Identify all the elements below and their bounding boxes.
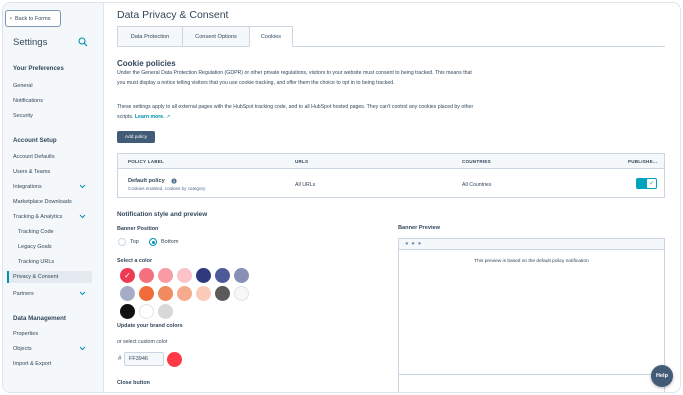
color-swatch[interactable]: [196, 268, 211, 283]
column-header-published[interactable]: PUBLISHE...: [628, 159, 657, 164]
sidebar-item-privacy-consent[interactable]: Privacy & Consent: [13, 274, 58, 280]
radio-top-label[interactable]: Top: [130, 239, 139, 245]
banner-preview-text: This preview is based on the default pol…: [474, 259, 589, 264]
chevron-up-icon[interactable]: [79, 214, 86, 219]
sidebar-item-security[interactable]: Security: [13, 113, 33, 119]
color-swatch[interactable]: [120, 286, 135, 301]
browser-bar: ● ● ●: [399, 239, 664, 250]
color-swatch[interactable]: [215, 268, 230, 283]
help-button[interactable]: Help: [651, 365, 673, 387]
select-color-label: Select a color: [117, 258, 153, 264]
color-swatch[interactable]: [215, 286, 230, 301]
color-swatch[interactable]: [177, 286, 192, 301]
back-to-forms-button[interactable]: ‹ Back to Forms: [5, 10, 61, 27]
banner-preview-panel: ● ● ● This preview is based on the defau…: [398, 238, 665, 392]
section-account-setup: Account Setup: [13, 137, 57, 144]
color-swatch[interactable]: [139, 268, 154, 283]
banner-position-label: Banner Position: [117, 226, 159, 232]
check-icon: ✓: [124, 271, 131, 280]
policy-subtitle: Cookies enabled, cookies by category: [128, 186, 206, 191]
policy-name-link[interactable]: Default policy: [128, 178, 165, 184]
sidebar-item-tracking-code[interactable]: Tracking Code: [18, 229, 54, 235]
sidebar-item-tracking-urls[interactable]: Tracking URLs: [18, 259, 54, 265]
color-swatch[interactable]: ✓: [120, 268, 135, 283]
sidebar-item-properties[interactable]: Properties: [13, 331, 38, 337]
update-brand-colors-link[interactable]: Update your brand colors: [117, 323, 183, 329]
custom-color-preview[interactable]: [167, 352, 182, 367]
cookie-policies-heading: Cookie policies: [117, 59, 176, 68]
tab-consent-options[interactable]: Consent Options: [182, 26, 250, 47]
hash-symbol: #: [118, 356, 122, 362]
color-swatch[interactable]: [234, 286, 249, 301]
close-button-label: Close button: [117, 380, 150, 386]
column-header-countries[interactable]: COUNTRIES: [462, 159, 491, 164]
search-icon[interactable]: [78, 37, 88, 47]
color-swatch[interactable]: [158, 286, 173, 301]
banner-preview-label: Banner Preview: [398, 225, 440, 231]
radio-top[interactable]: [118, 238, 126, 246]
radio-bottom-label[interactable]: Bottom: [161, 239, 178, 245]
chevron-down-icon[interactable]: [79, 291, 86, 296]
color-swatch[interactable]: [158, 268, 173, 283]
sidebar-item-objects[interactable]: Objects: [13, 346, 32, 352]
color-swatch[interactable]: [177, 268, 192, 283]
tab-bar: Data Protection Consent Options Cookies: [117, 26, 293, 47]
radio-bottom[interactable]: [149, 238, 157, 246]
section-data-management: Data Management: [13, 315, 66, 322]
tab-cookies[interactable]: Cookies: [249, 26, 293, 47]
sidebar-item-general[interactable]: General: [13, 83, 33, 89]
page-title: Data Privacy & Consent: [117, 9, 229, 21]
color-swatch[interactable]: [139, 286, 154, 301]
settings-title: Settings: [13, 37, 48, 48]
sidebar-item-users-teams[interactable]: Users & Teams: [13, 169, 50, 175]
color-swatch[interactable]: [196, 286, 211, 301]
publish-toggle[interactable]: ✓: [636, 178, 657, 189]
banner-bottom-divider: [399, 374, 664, 375]
settings-scope-description: These settings apply to all external pag…: [117, 103, 477, 122]
policy-urls: All URLs: [295, 182, 316, 188]
learn-more-link[interactable]: Learn more.: [135, 114, 165, 120]
chevron-left-icon: ‹: [10, 15, 12, 22]
sidebar-item-integrations[interactable]: Integrations: [13, 184, 42, 190]
tab-data-protection[interactable]: Data Protection: [117, 26, 183, 47]
color-swatch[interactable]: [139, 304, 154, 319]
browser-dots-icon: ● ● ●: [405, 241, 422, 247]
column-header-urls[interactable]: URLS: [295, 159, 308, 164]
settings-sidebar: ‹ Back to Forms Settings Your Preference…: [3, 3, 104, 392]
scope-text: These settings apply to all external pag…: [117, 104, 474, 120]
sidebar-item-marketplace-downloads[interactable]: Marketplace Downloads: [13, 199, 72, 205]
external-link-icon: ↗: [166, 113, 171, 120]
sidebar-item-notifications[interactable]: Notifications: [13, 98, 43, 104]
sidebar-item-partners[interactable]: Partners: [13, 291, 34, 297]
color-swatch[interactable]: [120, 304, 135, 319]
sidebar-item-import-export[interactable]: Import & Export: [13, 361, 51, 367]
notification-style-heading: Notification style and preview: [117, 211, 208, 218]
info-icon[interactable]: [171, 178, 177, 184]
table-header: POLICY LABEL URLS COUNTRIES PUBLISHE...: [118, 154, 664, 169]
sidebar-item-legacy-goals[interactable]: Legacy Goals: [18, 244, 52, 250]
color-swatch[interactable]: [234, 268, 249, 283]
custom-color-label: or select custom color: [117, 339, 168, 345]
back-button-label: Back to Forms: [15, 15, 51, 22]
chevron-down-icon[interactable]: [79, 346, 86, 351]
chevron-down-icon[interactable]: [79, 184, 86, 189]
tabs-divider: [293, 46, 665, 47]
custom-color-input[interactable]: FF3946: [124, 352, 164, 366]
cookie-policies-table: POLICY LABEL URLS COUNTRIES PUBLISHE... …: [117, 153, 665, 198]
column-header-policy-label[interactable]: POLICY LABEL: [128, 159, 164, 164]
sidebar-item-account-defaults[interactable]: Account Defaults: [13, 154, 55, 160]
add-policy-button[interactable]: Add policy: [117, 131, 155, 143]
gdpr-description: Under the General Data Protection Regula…: [117, 70, 472, 86]
app-frame: ‹ Back to Forms Settings Your Preference…: [2, 2, 681, 393]
policy-countries: All Countries: [462, 182, 492, 188]
sidebar-item-tracking-analytics[interactable]: Tracking & Analytics: [13, 214, 62, 220]
section-your-preferences: Your Preferences: [13, 65, 64, 72]
color-swatch[interactable]: [158, 304, 173, 319]
check-icon: ✓: [647, 179, 656, 188]
